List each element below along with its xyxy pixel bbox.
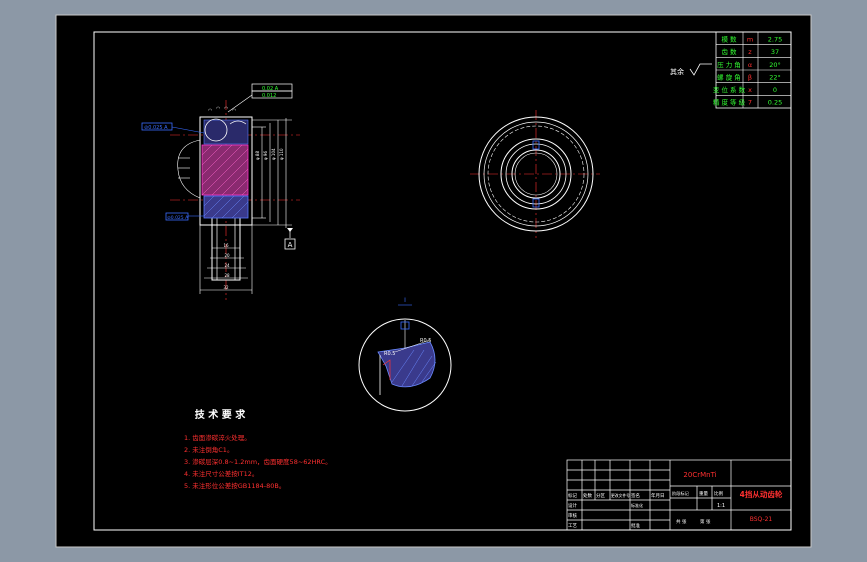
spec-value-4: 0 (773, 86, 777, 94)
spec-name-5: 精 度 等 级 (713, 98, 746, 107)
tb-label-9: 工艺 (568, 523, 577, 529)
drawing-no-text: BSQ-21 (750, 516, 773, 523)
tech-item-1: 1. 齿面渗碳淬火处理。 (184, 433, 251, 442)
spec-name-1: 齿 数 (721, 47, 737, 56)
svg-text:20: 20 (224, 253, 230, 258)
callout-upper-text: ⊘0.025 A (144, 125, 168, 131)
tb-label-15: 第 张 (700, 518, 711, 525)
tech-item-2: 2. 未注倒角C1。 (184, 445, 233, 454)
detail-label: I (404, 297, 406, 304)
tb-label-14: 共 张 (676, 518, 687, 525)
scale-text: 1:1 (717, 503, 725, 509)
svg-text:◠: ◠ (208, 108, 212, 114)
spec-value-5: 0.25 (768, 99, 782, 107)
tb-label-7: 标准化 (631, 502, 643, 508)
datum-label: A (288, 241, 293, 249)
tb-label-0: 标记 (568, 492, 577, 499)
tb-label-12: 重量 (699, 490, 708, 497)
svg-text:φ 88: φ 88 (255, 151, 260, 160)
svg-text:16: 16 (223, 243, 229, 248)
svg-text:24: 24 (224, 263, 230, 268)
tb-label-5: 年月日 (651, 492, 665, 499)
tech-requirements-title: 技 术 要 求 (195, 408, 246, 421)
svg-text:◠: ◠ (216, 106, 220, 112)
spec-value-0: 2.75 (768, 36, 782, 44)
spec-symbol-1: z (748, 48, 752, 56)
tb-label-2: 分区 (596, 492, 605, 499)
drawing-sheet (55, 14, 812, 548)
cad-drawing-canvas: 模 数 m 2.75 齿 数 z 37 压 力 角 α 20° 螺 旋 角 β … (55, 14, 812, 548)
svg-text:φ 104: φ 104 (271, 148, 276, 160)
tech-item-3: 3. 渗碳层深0.8~1.2mm，齿面硬度58~62HRC。 (184, 457, 332, 466)
svg-text:32: 32 (223, 285, 229, 290)
section-fill-upper (201, 144, 249, 196)
spec-name-2: 压 力 角 (717, 60, 741, 69)
svg-text:φ 96: φ 96 (263, 151, 268, 160)
part-name-text: 4挡从动齿轮 (740, 489, 783, 499)
roughness-note-text: 其余 (670, 67, 684, 76)
spec-symbol-0: m (747, 36, 753, 44)
spec-symbol-4: x (748, 86, 752, 94)
tb-label-13: 比例 (714, 490, 723, 497)
spec-symbol-5: 7 (748, 99, 752, 107)
spec-name-0: 模 数 (721, 35, 737, 44)
tb-label-4: 签名 (631, 492, 640, 499)
spec-value-3: 22° (769, 74, 781, 82)
callout-lower-text: ⊘0.025 A (167, 215, 189, 221)
spec-name-4: 变 位 系 数 (713, 85, 746, 94)
tech-item-5: 5. 未注形位公差按GB1184-80B。 (184, 481, 285, 490)
detail-dim-1: R0.5 (384, 351, 395, 357)
spec-value-1: 37 (771, 48, 779, 56)
tolerance-text-2: 0.012 (262, 93, 276, 99)
material-text: 20CrMnTi (683, 471, 716, 479)
tb-label-8: 审核 (568, 512, 577, 519)
tb-label-11: 阶段标记 (672, 490, 690, 497)
svg-text:φ 110: φ 110 (279, 148, 284, 160)
tb-label-3: 更改文件号 (611, 493, 630, 498)
tb-label-6: 设计 (568, 502, 577, 509)
tolerance-text-1: 0.02 A (262, 86, 279, 92)
tech-item-4: 4. 未注尺寸公差按IT12。 (184, 469, 258, 478)
svg-text:28: 28 (224, 273, 230, 278)
spec-symbol-3: β (748, 74, 752, 82)
spec-name-3: 螺 旋 角 (717, 73, 741, 82)
spec-value-2: 20° (769, 61, 781, 69)
tb-label-10: 批准 (631, 522, 640, 529)
tb-label-1: 处数 (583, 492, 592, 499)
spec-symbol-2: α (748, 61, 752, 69)
svg-text:◠: ◠ (232, 108, 236, 114)
svg-text:◠: ◠ (224, 106, 228, 112)
